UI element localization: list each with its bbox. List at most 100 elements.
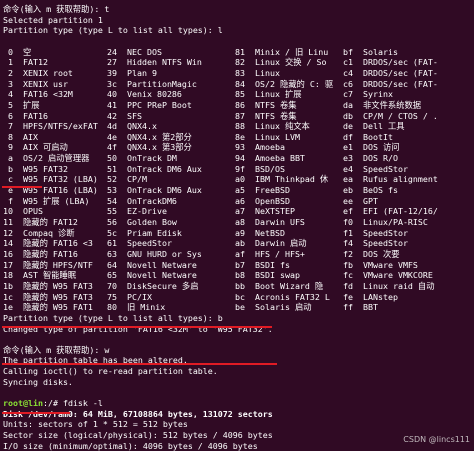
partition-type-cell: 10 OPUS (3, 206, 43, 217)
partition-type-cell: 56 Golden Bow (107, 217, 177, 227)
partition-type-cell: 70 DiskSecure 多启 (107, 280, 199, 291)
partition-type-cell: 75 PC/IX (107, 291, 152, 302)
terminal-line: Selected partition 1 (3, 14, 103, 25)
partition-type-cell: 9f BSD/OS (235, 163, 285, 174)
partition-type-cell: 0 空 (3, 46, 32, 57)
red-underline-2 (2, 326, 272, 328)
partition-type-cell: fb VMware VMFS (343, 259, 418, 270)
terminal-window[interactable]: 命令(输入 m 获取帮助): t Selected partition 1 Part… (0, 0, 474, 451)
terminal-line: Sector size (logical/physical): 512 byte… (3, 430, 273, 440)
partition-type-cell: 88 Linux 纯文本 (235, 121, 310, 132)
partition-type-cell: ea Rufus alignment (343, 174, 438, 185)
partition-type-cell: 87 NTFS 卷集 (235, 110, 297, 121)
partition-type-cell: 5c Priam Edisk (107, 227, 182, 238)
partition-type-cell: da 非文件系统数据 (343, 99, 422, 110)
partition-type-cell: e1 DOS 访问 (343, 142, 400, 153)
partition-type-cell: fe LANstep (343, 291, 398, 302)
red-underline-1 (2, 186, 42, 188)
partition-type-cell: ff BBT (343, 302, 378, 313)
partition-type-cell: 4f QNX4.x 第3部分 (107, 142, 192, 153)
partition-type-cell: a0 IBM Thinkpad 休 (235, 174, 329, 185)
partition-type-cell: 9 AIX 可启动 (3, 142, 68, 153)
prompt-command: :/# fdisk -l (42, 398, 103, 409)
partition-type-cell: 8e Linux LVM (235, 131, 300, 142)
partition-type-cell: f0 Linux/PA-RISC (343, 217, 428, 227)
partition-type-cell: c6 DRDOS/sec (FAT- (343, 78, 438, 89)
partition-type-cell: 50 OnTrack DM (107, 153, 177, 164)
partition-type-cell: 11 隐藏的 FAT12 (3, 217, 78, 227)
partition-type-cell: 1e 隐藏的 W95 FAT1 (3, 302, 93, 313)
partition-type-cell: f1 SpeedStor (343, 227, 408, 238)
partition-type-cell: 1b 隐藏的 W95 FAT3 (3, 280, 93, 291)
partition-type-cell: f2 DOS 次要 (343, 248, 400, 259)
partition-type-cell: 1 FAT12 (3, 57, 48, 68)
terminal-line: Disk /dev/ram0: 64 MiB, 67108864 bytes, … (3, 408, 273, 419)
partition-type-cell: 42 SFS (107, 110, 142, 121)
partition-type-cell: f W95 扩展 (LBA) (3, 195, 90, 206)
partition-type-cell: 3 XENIX usr (3, 78, 68, 89)
partition-type-cell: f4 SpeedStor (343, 238, 408, 249)
partition-type-cell: 12 Compaq 诊断 (3, 227, 75, 238)
partition-type-cell: bb Boot Wizard 隐 (235, 280, 324, 291)
partition-type-cell: c1 DRDOS/sec (FAT- (343, 57, 438, 68)
partition-type-cell: 2 XENIX root (3, 67, 73, 78)
terminal-line: Partition type (type L to list all types… (3, 312, 223, 323)
partition-type-cell: ef EFI (FAT-12/16/ (343, 206, 438, 217)
partition-type-cell: 24 NEC DOS (107, 46, 162, 57)
terminal-line: 命令(输入 m 获取帮助): w (3, 344, 110, 355)
partition-type-cell: db CP/M / CTOS / . (343, 110, 438, 121)
partition-type-cell: 7 HPFS/NTFS/exFAT (3, 121, 98, 132)
partition-type-cell: 4 FAT16 <32M (3, 89, 73, 100)
partition-type-cell: af HFS / HFS+ (235, 248, 305, 259)
partition-type-cell: be Solaris 启动 (235, 302, 312, 313)
partition-type-cell: 51 OnTrack DM6 Aux (107, 163, 202, 174)
partition-type-cell: 61 SpeedStor (107, 238, 172, 249)
partition-type-cell: bf Solaris (343, 46, 398, 57)
partition-type-cell: fc VMware VMKCORE (343, 270, 433, 281)
partition-type-cell: 81 Minix / 旧 Linu (235, 46, 329, 57)
partition-type-cell: 64 Novell Netware (107, 259, 197, 270)
partition-type-cell: 5 扩展 (3, 99, 40, 110)
partition-type-cell: 6 FAT16 (3, 110, 48, 121)
partition-type-cell: 94 Amoeba BBT (235, 153, 305, 164)
shell-prompt-line: root@lin:/# fdisk -l (3, 398, 103, 409)
partition-type-cell: c W95 FAT32 (LBA) (3, 174, 98, 185)
partition-type-cell: 63 GNU HURD or Sys (107, 248, 202, 259)
terminal-line: I/O size (minimum/optimal): 4096 bytes /… (3, 440, 258, 451)
partition-type-cell: b W95 FAT32 (3, 163, 68, 174)
partition-type-cell: 84 OS/2 隐藏的 C: 驱 (235, 78, 334, 89)
prompt-user-host: root@lin (3, 398, 43, 409)
partition-type-cell: eb BeOS fs (343, 185, 398, 196)
partition-type-cell: b7 BSDI fs (235, 259, 290, 270)
partition-type-cell: bc Acronis FAT32 L (235, 291, 330, 302)
partition-type-cell: 40 Venix 80286 (107, 89, 182, 100)
partition-type-cell: ee GPT (343, 195, 378, 206)
partition-type-cell: e3 DOS R/O (343, 153, 398, 164)
partition-type-cell: 82 Linux 交换 / So (235, 57, 327, 68)
terminal-line: Calling ioctl() to re-read partition tab… (3, 366, 218, 377)
partition-type-cell: 65 Novell Netware (107, 270, 197, 281)
partition-type-cell: 14 隐藏的 FAT16 <3 (3, 238, 93, 249)
terminal-line: Partition type (type L to list all types… (3, 25, 223, 36)
partition-type-cell: a OS/2 启动管理器 (3, 153, 90, 164)
partition-type-cell: df BootIt (343, 131, 393, 142)
partition-type-cell: 85 Linux 扩展 (235, 89, 302, 100)
partition-type-cell: 27 Hidden NTFS Win (107, 57, 202, 68)
partition-type-cell: 86 NTFS 卷集 (235, 99, 297, 110)
partition-type-cell: a8 Darwin UFS (235, 217, 305, 227)
partition-type-cell: a9 NetBSD (235, 227, 285, 238)
partition-type-cell: 39 Plan 9 (107, 67, 157, 78)
partition-type-cell: de Dell 工具 (343, 121, 405, 132)
partition-type-cell: 1c 隐藏的 W95 FAT3 (3, 291, 93, 302)
partition-type-cell: 52 CP/M (107, 174, 147, 185)
partition-type-cell: c4 DRDOS/sec (FAT- (343, 67, 438, 78)
terminal-line: 命令(输入 m 获取帮助): t (3, 4, 110, 14)
partition-type-cell: 83 Linux (235, 67, 280, 78)
partition-type-cell: 53 OnTrack DM6 Aux (107, 185, 202, 196)
partition-type-cell: 3c PartitionMagic (107, 78, 197, 89)
terminal-line: Syncing disks. (3, 376, 73, 387)
partition-type-cell: b8 BSDI swap (235, 270, 300, 281)
partition-type-cell: 17 隐藏的 HPFS/NTF (3, 259, 93, 270)
partition-type-cell: ab Darwin 启动 (235, 238, 307, 249)
partition-type-cell: 4e QNX4.x 第2部分 (107, 131, 192, 142)
